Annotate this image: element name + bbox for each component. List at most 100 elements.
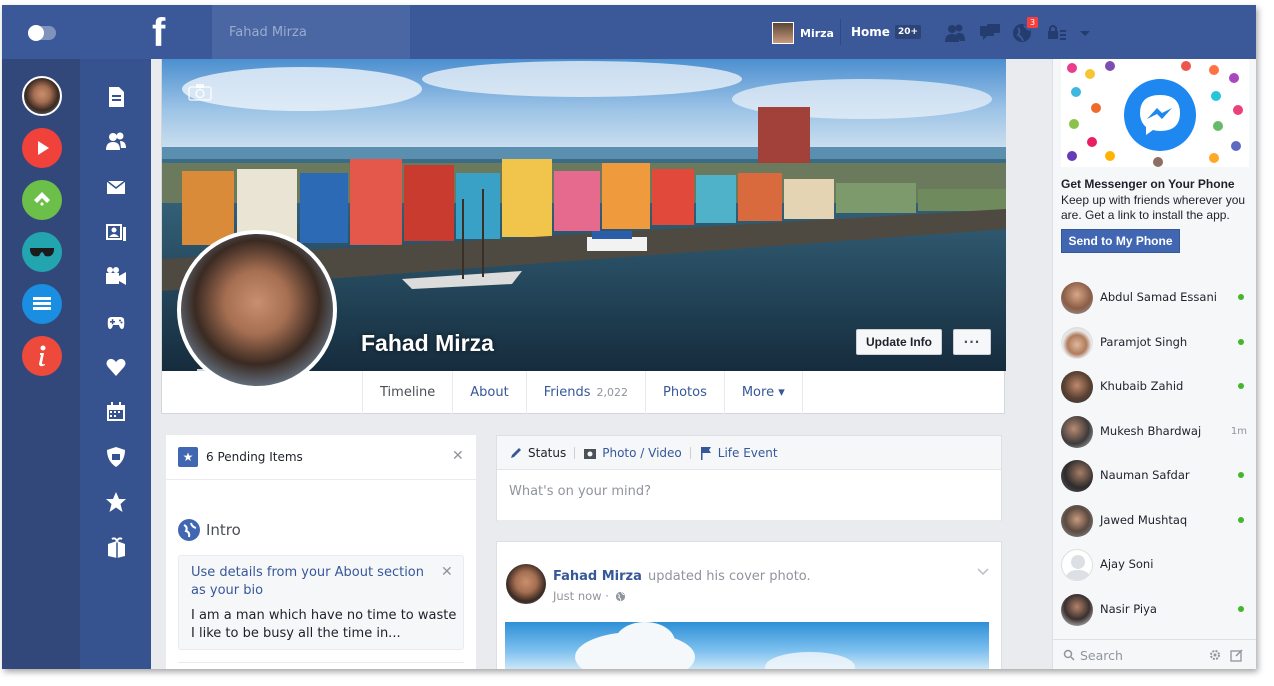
avatar xyxy=(1061,327,1093,359)
post-author-link[interactable]: Fahad Mirza xyxy=(553,569,642,584)
divider xyxy=(689,446,691,459)
right-sidebar: Get Messenger on Your Phone Keep up with… xyxy=(1052,59,1256,669)
top-bar: f Fahad Mirza Mirza Home 20+ 3 xyxy=(2,5,1256,59)
post-image[interactable] xyxy=(505,622,989,669)
send-to-my-phone-button[interactable]: Send to My Phone xyxy=(1061,229,1180,253)
notifications-icon[interactable]: 3 xyxy=(1012,16,1040,44)
chat-contact-name: Nasir Piya xyxy=(1100,602,1157,616)
chat-contact[interactable]: Nasir Piya xyxy=(1053,588,1256,632)
friend-requests-icon[interactable] xyxy=(944,22,966,44)
chevron-down-icon[interactable] xyxy=(977,568,989,576)
gift-icon[interactable] xyxy=(105,536,127,558)
list-icon[interactable] xyxy=(22,284,62,324)
online-indicator xyxy=(1238,383,1244,389)
chat-contact[interactable]: Paramjot Singh xyxy=(1053,321,1256,365)
camera-icon[interactable] xyxy=(189,368,213,386)
new-message-icon[interactable] xyxy=(1230,648,1244,662)
calendar-icon[interactable] xyxy=(105,401,127,423)
update-info-button[interactable]: Update Info xyxy=(856,329,942,355)
avatar[interactable] xyxy=(506,564,546,604)
profile-avatar[interactable] xyxy=(22,76,62,116)
bio-suggestion[interactable]: Use details from your About section as y… xyxy=(178,555,464,650)
intro-header: Intro xyxy=(178,519,241,541)
shield-icon[interactable] xyxy=(105,446,127,468)
avatar xyxy=(1061,505,1093,537)
chat-contact[interactable]: Ajay Soni xyxy=(1053,543,1256,587)
profile-shortcut[interactable]: Mirza xyxy=(772,22,834,44)
online-indicator xyxy=(1238,294,1244,300)
video-camera-icon[interactable] xyxy=(105,266,127,288)
online-indicator xyxy=(1238,606,1244,612)
toggle-knob xyxy=(28,25,44,41)
sunglasses-icon[interactable] xyxy=(22,232,62,272)
post-timestamp[interactable]: Just now · xyxy=(553,589,609,603)
avatar xyxy=(1061,371,1093,403)
chat-contact-name: Mukesh Bhardwaj xyxy=(1100,424,1202,438)
composer-tab-life-event[interactable]: Life Event xyxy=(699,446,778,460)
pending-items-label: 6 Pending Items xyxy=(206,450,303,464)
close-icon[interactable]: ✕ xyxy=(441,564,453,580)
cloud xyxy=(765,652,855,669)
document-icon[interactable] xyxy=(105,86,127,108)
avatar xyxy=(772,22,794,44)
theme-toggle[interactable] xyxy=(28,25,56,41)
divider xyxy=(178,662,464,663)
envelope-icon[interactable] xyxy=(105,176,127,198)
info-icon[interactable] xyxy=(22,336,62,376)
avatar xyxy=(1061,594,1093,626)
chat-contact-name: Jawed Mushtaq xyxy=(1100,513,1188,527)
chat-contact-name: Ajay Soni xyxy=(1100,557,1154,571)
status-composer: Status Photo / Video Life Event What's o… xyxy=(496,435,1002,521)
online-indicator xyxy=(1238,339,1244,345)
composer-tab-label: Photo / Video xyxy=(602,445,682,460)
profile-name[interactable]: Fahad Mirza xyxy=(361,330,494,357)
privacy-shortcuts-icon[interactable] xyxy=(1048,24,1102,42)
ad-body: Keep up with friends wherever you are. G… xyxy=(1061,193,1246,222)
play-icon[interactable] xyxy=(22,128,62,168)
more-actions-button[interactable]: ··· xyxy=(953,329,991,355)
gear-icon[interactable] xyxy=(1208,648,1222,662)
bio-hint-link[interactable]: Use details from your About section as y… xyxy=(191,564,441,600)
chat-contact[interactable]: Abdul Samad Essani xyxy=(1053,276,1256,320)
home-button[interactable]: Home 20+ xyxy=(851,25,922,39)
close-icon[interactable]: ✕ xyxy=(452,448,464,464)
composer-tab-status[interactable]: Status xyxy=(509,446,566,460)
flag-icon xyxy=(700,446,711,460)
heart-icon[interactable] xyxy=(105,356,127,378)
chat-contact[interactable]: Jawed Mushtaq xyxy=(1053,499,1256,543)
feedly-icon[interactable] xyxy=(22,180,62,220)
pending-items[interactable]: ★ 6 Pending Items xyxy=(178,447,303,467)
facebook-logo[interactable]: f xyxy=(152,11,165,55)
star-icon[interactable] xyxy=(105,491,127,513)
chat-search-bar[interactable]: Search xyxy=(1053,639,1256,669)
ad-title: Get Messenger on Your Phone xyxy=(1061,177,1235,191)
chat-search-input[interactable]: Search xyxy=(1080,648,1123,663)
home-label: Home xyxy=(851,25,890,39)
post-action-text: updated his cover photo. xyxy=(648,569,811,584)
gamepad-icon[interactable] xyxy=(105,311,127,333)
profile-picture[interactable] xyxy=(177,230,337,390)
composer-tabs: Status Photo / Video Life Event xyxy=(497,436,1001,470)
app-launcher-bar xyxy=(2,59,80,669)
feed-post: Fahad Mirza updated his cover photo. Jus… xyxy=(496,541,1002,669)
friends-icon[interactable] xyxy=(105,131,127,153)
tab-about[interactable]: About xyxy=(452,371,525,414)
search-input[interactable]: Fahad Mirza xyxy=(212,5,410,59)
messages-icon[interactable] xyxy=(979,22,1001,44)
chat-contact[interactable]: Mukesh Bhardwaj 1m xyxy=(1053,410,1256,454)
composer-tab-photo[interactable]: Photo / Video xyxy=(583,446,682,460)
friends-count: 2,022 xyxy=(596,386,628,399)
camera-icon[interactable] xyxy=(188,83,212,101)
status-input[interactable]: What's on your mind? xyxy=(509,484,651,499)
messenger-ad-image[interactable] xyxy=(1061,59,1249,167)
tab-photos[interactable]: Photos xyxy=(644,371,724,414)
tab-more[interactable]: More ▾ xyxy=(723,371,803,414)
chat-contact[interactable]: Nauman Safdar xyxy=(1053,454,1256,498)
tab-friends[interactable]: Friends 2,022 xyxy=(525,371,645,414)
avatar xyxy=(1061,282,1093,314)
tab-label: About xyxy=(470,385,509,400)
photos-icon[interactable] xyxy=(105,221,127,243)
chat-contact[interactable]: Khubaib Zahid xyxy=(1053,365,1256,409)
tab-timeline[interactable]: Timeline xyxy=(362,371,452,414)
globe-icon[interactable] xyxy=(615,591,626,602)
